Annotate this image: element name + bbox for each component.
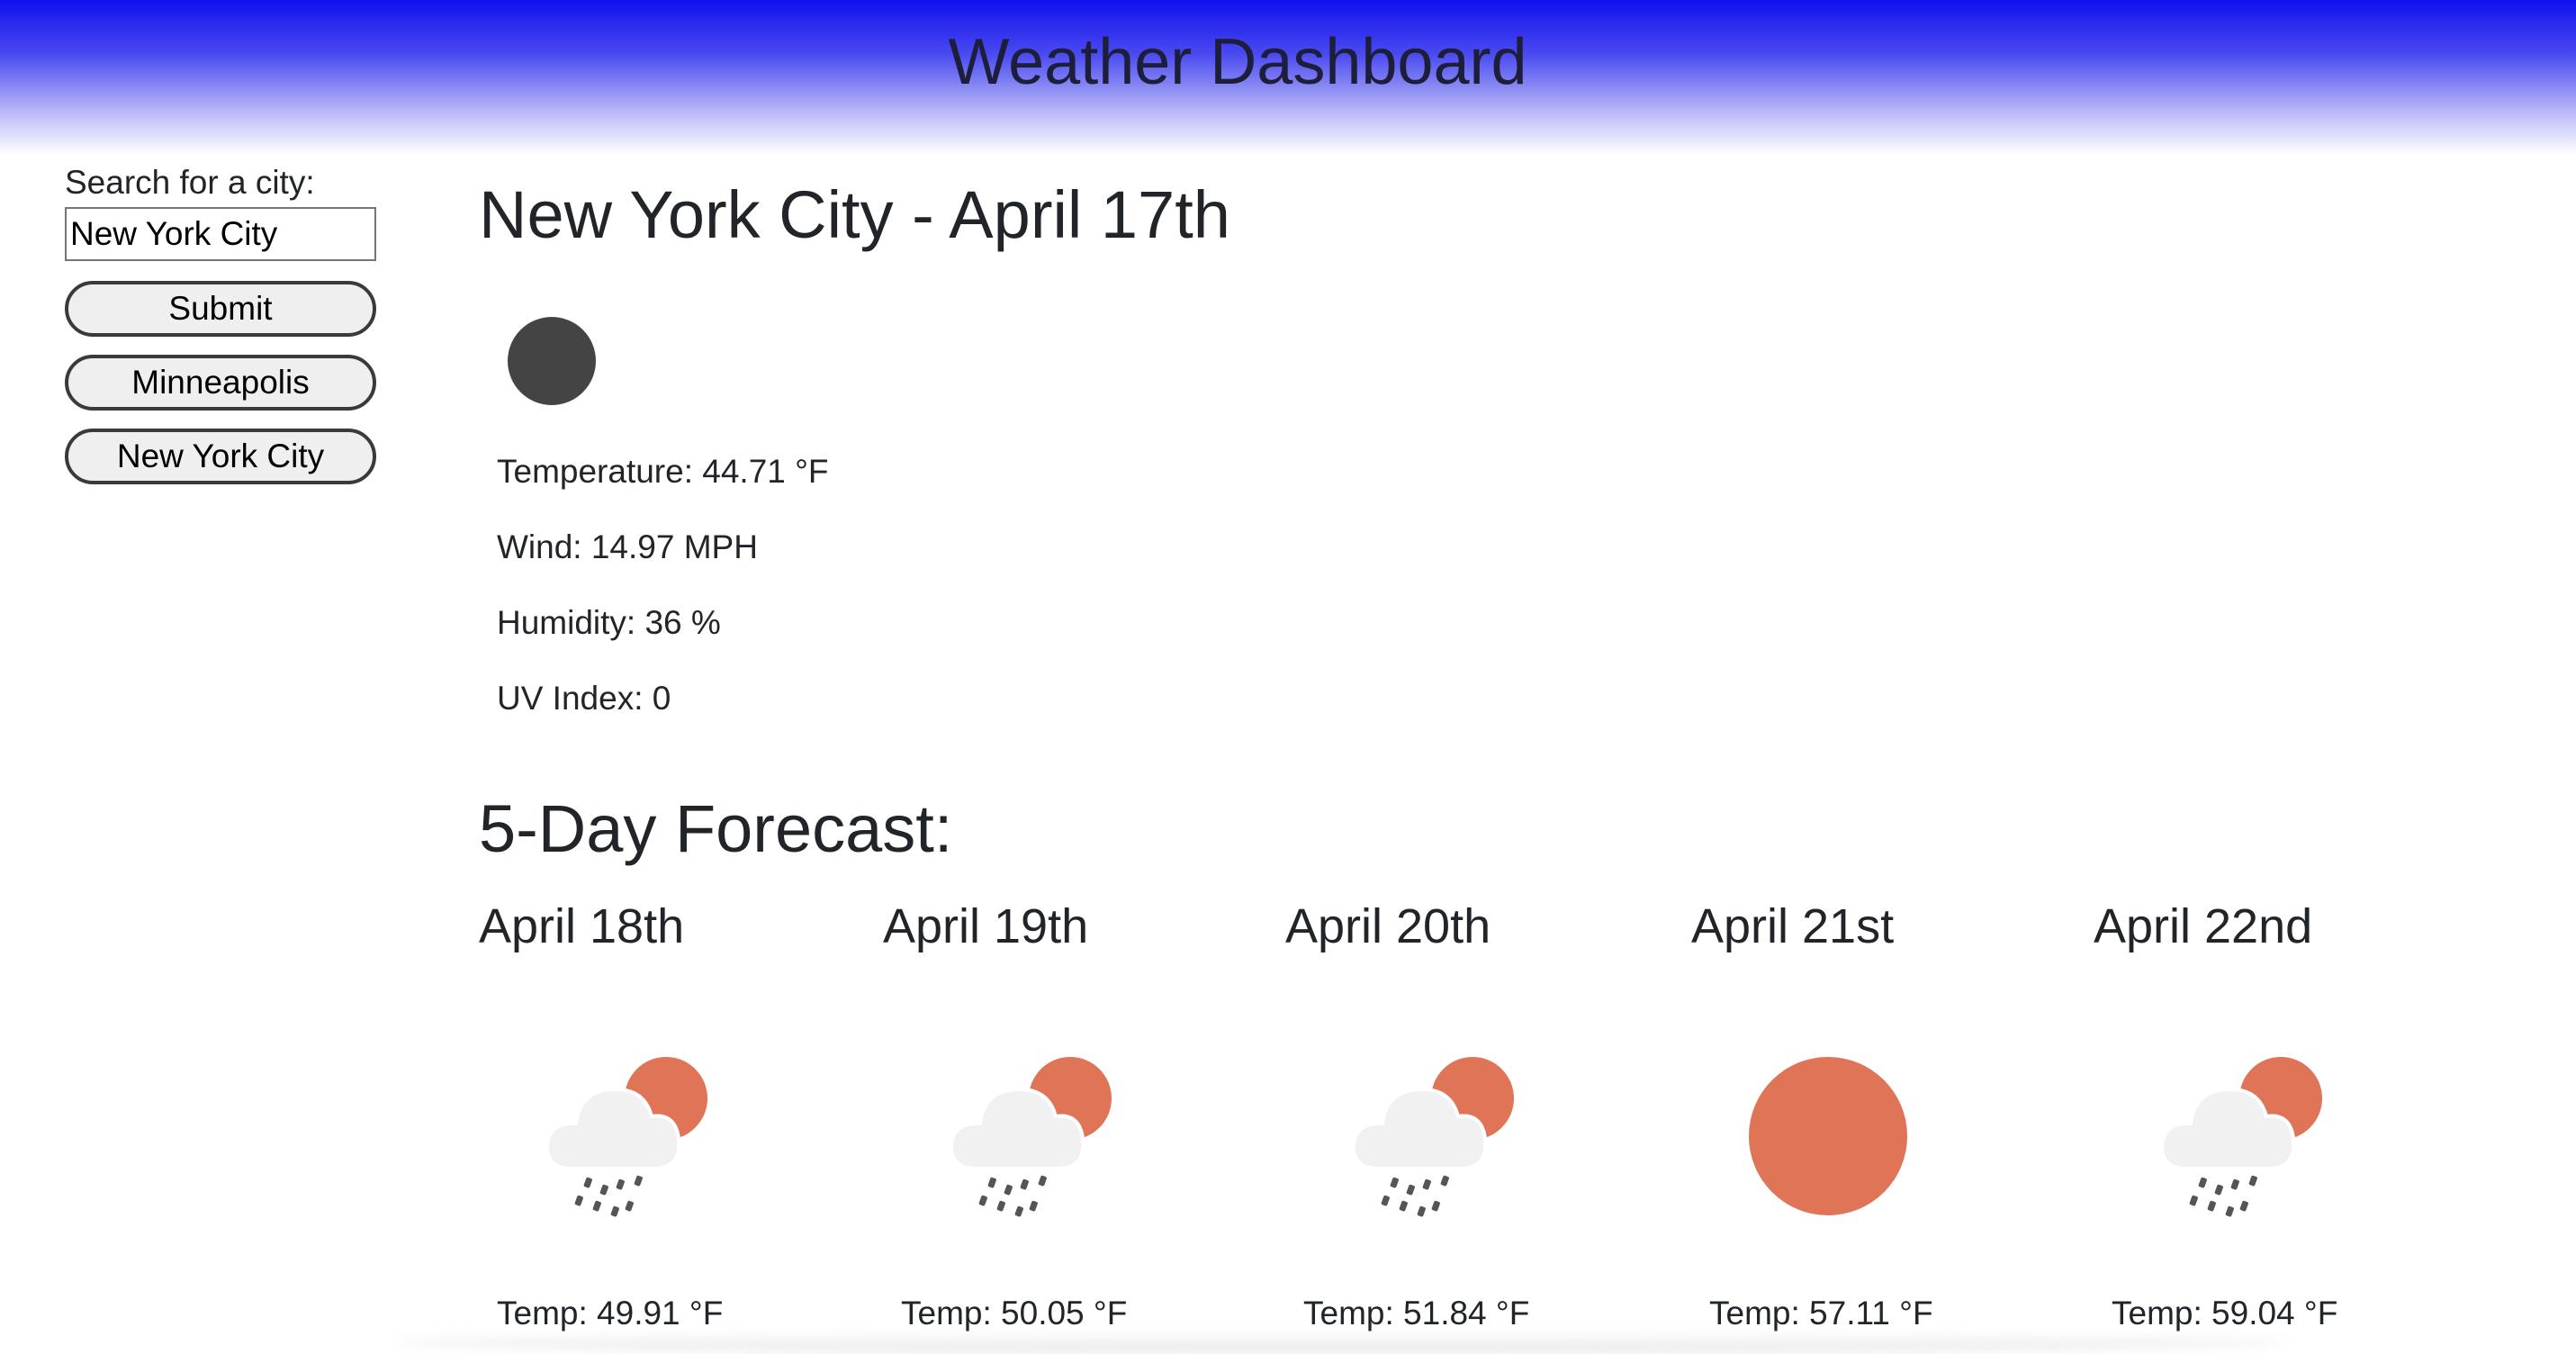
history-button-new-york-city[interactable]: New York City: [65, 429, 376, 484]
page-title: Weather Dashboard: [948, 26, 1527, 98]
forecast-temp: Temp: 50.05 °F: [901, 1295, 1128, 1331]
sun-icon: [1749, 1057, 1907, 1215]
forecast-day: April 21st Temp: 57.11 °F: [1691, 898, 2069, 1331]
bottom-shadow: [396, 1331, 2286, 1354]
search-label: Search for a city:: [65, 164, 315, 201]
forecast-date: April 22nd: [2094, 899, 2313, 953]
current-wind: Wind: 14.97 MPH: [497, 528, 758, 565]
forecast-temp: Temp: 49.91 °F: [497, 1295, 724, 1331]
current-uv-index: UV Index: 0: [497, 680, 671, 717]
cloud-sun-rain-icon: [949, 1057, 1112, 1217]
history-button-minneapolis[interactable]: Minneapolis: [65, 355, 376, 411]
current-humidity: Humidity: 36 %: [497, 604, 721, 641]
forecast-date: April 18th: [479, 899, 685, 953]
submit-button[interactable]: Submit: [65, 281, 376, 337]
forecast-temp: Temp: 57.11 °F: [1709, 1295, 1933, 1331]
dark-circle-icon: [508, 317, 596, 405]
forecast-day: April 18th Temp: 49.91 °F: [479, 898, 857, 1331]
forecast-date: April 21st: [1691, 899, 1895, 953]
forecast-temp: Temp: 51.84 °F: [1303, 1295, 1530, 1331]
forecast-title: 5-Day Forecast:: [479, 791, 953, 866]
forecast-date: April 20th: [1285, 899, 1491, 953]
cloud-sun-rain-icon: [1351, 1057, 1514, 1217]
city-search-input[interactable]: [65, 207, 376, 261]
forecast-day: April 22nd Temp: 59.04 °F: [2094, 898, 2472, 1331]
current-temperature: Temperature: 44.71 °F: [497, 453, 829, 490]
forecast-temp: Temp: 59.04 °F: [2112, 1295, 2338, 1331]
sidebar: Search for a city: Submit Minneapolis Ne…: [65, 162, 380, 502]
forecast-date: April 19th: [883, 899, 1089, 953]
current-city-title: New York City - April 17th: [479, 177, 1230, 252]
cloud-sun-rain-icon: [545, 1057, 707, 1217]
forecast-day: April 19th Temp: 50.05 °F: [883, 898, 1261, 1331]
cloud-sun-rain-icon: [2159, 1057, 2322, 1217]
forecast-day: April 20th Temp: 51.84 °F: [1285, 898, 1663, 1331]
header-banner: Weather Dashboard: [0, 0, 2576, 155]
